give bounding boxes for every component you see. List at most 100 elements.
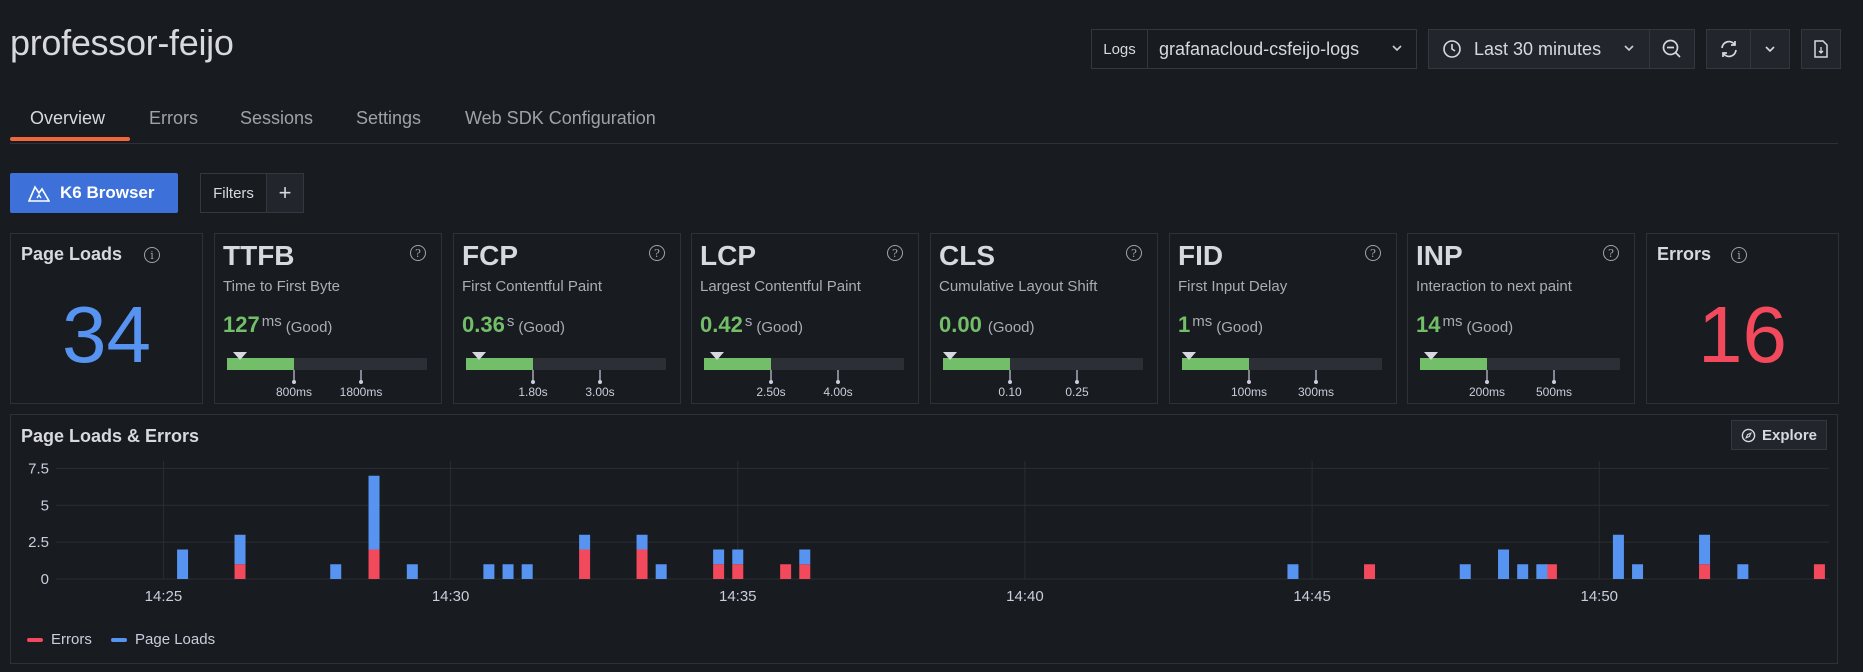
explore-button[interactable]: Explore <box>1731 420 1827 450</box>
vital-name: FID <box>1178 240 1224 271</box>
x-tick-label: 14:45 <box>1293 588 1331 605</box>
help-icon[interactable]: ? <box>410 245 426 261</box>
legend-item-errors[interactable]: Errors <box>27 631 92 648</box>
bar-errors <box>1545 564 1557 579</box>
export-button[interactable] <box>1801 29 1841 69</box>
vital-gauge: 100ms 300ms <box>1182 352 1382 396</box>
gauge-threshold-label: 300ms <box>1298 385 1334 396</box>
gauge-threshold-label: 1.80s <box>518 385 547 396</box>
bar-errors <box>713 564 725 579</box>
vital-value: 1 <box>1178 312 1191 337</box>
tab-overview[interactable]: Overview <box>30 108 105 129</box>
help-icon[interactable]: ? <box>1126 245 1142 261</box>
bar-page-loads <box>1459 564 1471 579</box>
gauge-threshold-dot <box>1552 380 1556 384</box>
vital-gauge: 200ms 500ms <box>1420 352 1620 396</box>
vital-rating: (Good) <box>285 319 333 336</box>
vital-unit: s <box>506 313 515 330</box>
gauge-threshold-dot <box>769 380 773 384</box>
legend-swatch <box>27 637 43 642</box>
bar-errors <box>368 549 380 579</box>
time-range-picker[interactable]: Last 30 minutes <box>1428 29 1650 69</box>
legend-item-page-loads[interactable]: Page Loads <box>111 631 215 648</box>
gauge-threshold-dot <box>1008 380 1012 384</box>
gauge-good-zone <box>1182 358 1249 370</box>
vital-panel-cls: CLS? Cumulative Layout Shift 0.00 (Good) 0.1… <box>930 233 1158 404</box>
gauge-threshold-label: 4.00s <box>823 385 852 396</box>
vital-name: LCP <box>700 240 756 271</box>
bar-errors <box>1364 564 1376 579</box>
gauge-threshold-label: 100ms <box>1231 385 1267 396</box>
x-tick-label: 14:30 <box>432 588 470 605</box>
datasource-value: grafanacloud-csfeijo-logs <box>1159 38 1360 59</box>
tab-settings[interactable]: Settings <box>356 108 421 129</box>
help-icon[interactable]: ? <box>1365 245 1381 261</box>
refresh-button[interactable] <box>1706 29 1751 69</box>
gauge-threshold-dot <box>1075 380 1079 384</box>
bar-page-loads <box>1517 564 1529 579</box>
refresh-interval-dropdown[interactable] <box>1750 29 1790 69</box>
k6-browser-label: K6 Browser <box>60 183 155 202</box>
help-icon[interactable]: ? <box>1603 245 1619 261</box>
zoom-out-button[interactable] <box>1649 29 1695 69</box>
bar-errors <box>780 564 792 579</box>
gauge-threshold-label: 0.25 <box>1065 385 1089 396</box>
vital-panel-ttfb: TTFB? Time to First Byte 127 ms (Good) 800ms 1… <box>214 233 442 404</box>
page-loads-errors-panel: Page Loads & Errors Explore 0 2.5 5 7.5 14:2… <box>10 414 1838 664</box>
info-icon[interactable]: i <box>1731 247 1747 263</box>
vital-subtitle: Cumulative Layout Shift <box>939 278 1098 295</box>
page-title: professor-feijo <box>10 22 234 63</box>
y-tick-label: 0 <box>41 571 49 588</box>
vital-panel-fcp: FCP? First Contentful Paint 0.36 s (Good) 1.8… <box>453 233 681 404</box>
k6-logo-icon <box>28 184 60 202</box>
gauge-threshold-label: 800ms <box>276 385 312 396</box>
bar-errors <box>732 564 744 579</box>
bar-page-loads <box>368 475 380 550</box>
y-tick-label: 2.5 <box>28 534 49 551</box>
legend-label: Errors <box>51 631 92 648</box>
vital-value-line: 14 ms (Good) <box>1416 312 1513 338</box>
tab-errors[interactable]: Errors <box>149 108 198 129</box>
vital-gauge: 0.10 0.25 <box>943 352 1143 396</box>
gauge-threshold-dot <box>598 380 602 384</box>
bar-page-loads <box>579 534 591 550</box>
chevron-down-icon <box>1390 39 1404 60</box>
gauge-threshold-label: 1800ms <box>340 385 383 396</box>
errors-value: 16 <box>1698 290 1787 379</box>
active-tab-indicator <box>10 137 130 141</box>
add-filter-button[interactable]: + <box>266 173 304 213</box>
k6-browser-button[interactable]: K6 Browser <box>10 173 178 213</box>
refresh-icon <box>1718 38 1740 60</box>
vital-name: CLS <box>939 240 995 271</box>
bar-page-loads <box>1498 549 1510 579</box>
datasource-select[interactable]: grafanacloud-csfeijo-logs <box>1147 29 1417 69</box>
page-loads-panel: Page Loads i 34 <box>10 233 203 404</box>
vital-rating: (Good) <box>987 319 1035 336</box>
bar-errors <box>234 564 246 579</box>
gauge-good-zone <box>1420 358 1487 370</box>
vital-panel-fid: FID? First Input Delay 1 ms (Good) 100ms 300ms <box>1169 233 1397 404</box>
vital-panel-inp: INP? Interaction to next paint 14 ms (Good) 2… <box>1407 233 1635 404</box>
bar-page-loads <box>330 564 342 579</box>
page-loads-value: 34 <box>62 290 151 379</box>
tab-bar: Overview Errors Sessions Settings Web SD… <box>10 104 1838 144</box>
bar-page-loads <box>713 549 725 565</box>
help-icon[interactable]: ? <box>887 245 903 261</box>
bar-page-loads <box>1737 564 1749 579</box>
vital-rating: (Good) <box>1466 319 1514 336</box>
info-icon[interactable]: i <box>144 247 160 263</box>
vital-unit: ms <box>261 313 282 330</box>
bar-page-loads <box>799 549 811 565</box>
tab-web-sdk-configuration[interactable]: Web SDK Configuration <box>465 108 656 129</box>
help-icon[interactable]: ? <box>649 245 665 261</box>
gauge-threshold-dot <box>292 380 296 384</box>
bar-errors <box>1813 564 1825 579</box>
vital-value: 14 <box>1416 312 1441 337</box>
vital-name: TTFB <box>223 240 295 271</box>
bar-errors <box>1699 564 1711 579</box>
vital-subtitle: First Input Delay <box>1178 278 1288 295</box>
vital-rating: (Good) <box>1216 319 1263 336</box>
vital-value-line: 1 ms (Good) <box>1178 312 1263 338</box>
tab-sessions[interactable]: Sessions <box>240 108 313 129</box>
vital-rating: (Good) <box>756 319 804 336</box>
